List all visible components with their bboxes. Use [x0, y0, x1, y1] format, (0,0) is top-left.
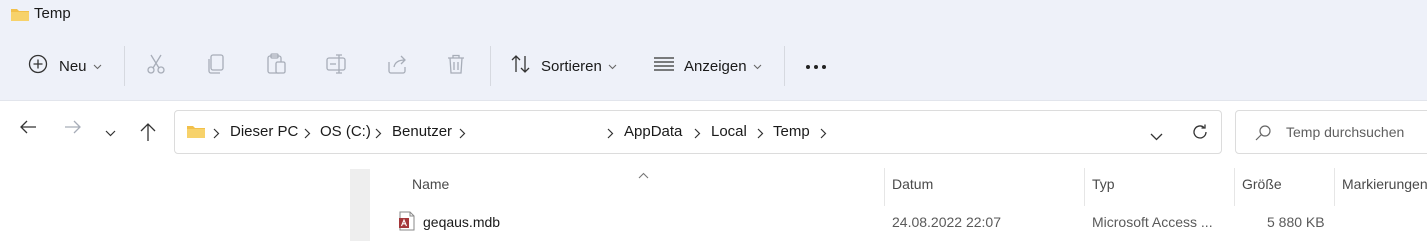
chevron-down-icon	[93, 57, 102, 75]
breadcrumb-chevron-icon	[820, 126, 827, 144]
up-arrow-icon[interactable]	[139, 122, 157, 147]
new-button[interactable]: Neu	[28, 46, 102, 86]
share-button[interactable]	[386, 46, 408, 86]
breadcrumb-local[interactable]: Local	[711, 123, 747, 140]
breadcrumb-temp[interactable]: Temp	[773, 123, 810, 140]
column-header-tags[interactable]: Markierungen	[1342, 176, 1427, 192]
share-icon	[386, 53, 408, 80]
sort-ascending-caret-icon	[638, 166, 649, 184]
breadcrumb-chevron-icon	[757, 126, 764, 144]
breadcrumb-chevron-icon	[304, 126, 311, 144]
copy-button[interactable]	[206, 46, 226, 86]
file-name[interactable]: geqaus.mdb	[423, 214, 500, 230]
more-options-button[interactable]	[805, 46, 827, 86]
sort-button[interactable]: Sortieren	[510, 46, 617, 86]
window-title: Temp	[34, 5, 71, 22]
file-type: Microsoft Access ...	[1092, 214, 1213, 230]
file-list-view: Name Datum Typ Größe Markierungen geqaus…	[0, 163, 1427, 241]
paste-button[interactable]	[266, 46, 288, 86]
trash-icon	[446, 53, 466, 80]
rename-button[interactable]	[325, 46, 349, 86]
breadcrumb-users[interactable]: Benutzer	[392, 123, 452, 140]
file-date: 24.08.2022 22:07	[892, 214, 1001, 230]
plus-circle-icon	[28, 54, 48, 79]
sort-icon	[510, 54, 532, 79]
paste-icon	[266, 52, 288, 80]
search-placeholder: Temp durchsuchen	[1286, 124, 1405, 140]
breadcrumb-chevron-icon	[694, 126, 701, 144]
view-button-label: Anzeigen	[684, 57, 747, 75]
column-divider[interactable]	[884, 168, 885, 206]
cut-button[interactable]	[145, 46, 167, 86]
toolbar-divider	[784, 46, 785, 86]
toolbar-divider	[490, 46, 491, 86]
command-bar: Neu Sortieren Anzeigen	[0, 33, 1427, 101]
column-header-type[interactable]: Typ	[1092, 176, 1115, 192]
recent-locations-chevron-icon[interactable]	[105, 124, 116, 142]
column-header-name[interactable]: Name	[412, 176, 449, 192]
search-input[interactable]: Temp durchsuchen	[1235, 110, 1427, 154]
delete-button[interactable]	[446, 46, 466, 86]
breadcrumb-chevron-icon	[375, 126, 382, 144]
breadcrumb-dieser-pc[interactable]: Dieser PC	[230, 123, 298, 140]
column-header-date[interactable]: Datum	[892, 176, 933, 192]
navigation-row: Dieser PC OS (C:) Benutzer AppData Local…	[0, 101, 1427, 163]
toolbar-divider	[124, 46, 125, 86]
rename-icon	[325, 53, 349, 79]
new-button-label: Neu	[59, 57, 87, 75]
address-history-chevron-icon[interactable]	[1150, 128, 1163, 146]
search-icon	[1254, 124, 1272, 147]
chevron-down-icon	[753, 57, 762, 75]
refresh-icon[interactable]	[1191, 123, 1209, 146]
copy-icon	[206, 53, 226, 80]
forward-arrow-icon[interactable]	[64, 119, 82, 140]
access-database-file-icon	[398, 211, 416, 236]
column-divider[interactable]	[1084, 168, 1085, 206]
chevron-down-icon	[608, 57, 617, 75]
title-bar: Temp	[0, 0, 1427, 33]
folder-icon	[186, 123, 206, 144]
folder-icon	[10, 6, 30, 27]
view-button[interactable]: Anzeigen	[653, 46, 762, 86]
breadcrumb-chevron-icon	[607, 126, 614, 144]
breadcrumb-chevron-icon	[213, 126, 220, 144]
more-icon	[805, 57, 827, 75]
breadcrumb-chevron-icon	[459, 126, 466, 144]
address-bar[interactable]: Dieser PC OS (C:) Benutzer AppData Local…	[174, 110, 1222, 154]
column-header-size[interactable]: Größe	[1242, 176, 1282, 192]
breadcrumb-drive[interactable]: OS (C:)	[320, 123, 371, 140]
column-divider[interactable]	[1334, 168, 1335, 206]
view-icon	[653, 56, 675, 77]
navigation-pane-edge	[350, 169, 370, 241]
back-arrow-icon[interactable]	[19, 119, 37, 140]
sort-button-label: Sortieren	[541, 57, 602, 75]
file-size: 5 880 KB	[1267, 214, 1325, 230]
column-divider[interactable]	[1234, 168, 1235, 206]
breadcrumb-appdata[interactable]: AppData	[624, 123, 682, 140]
scissors-icon	[145, 53, 167, 80]
